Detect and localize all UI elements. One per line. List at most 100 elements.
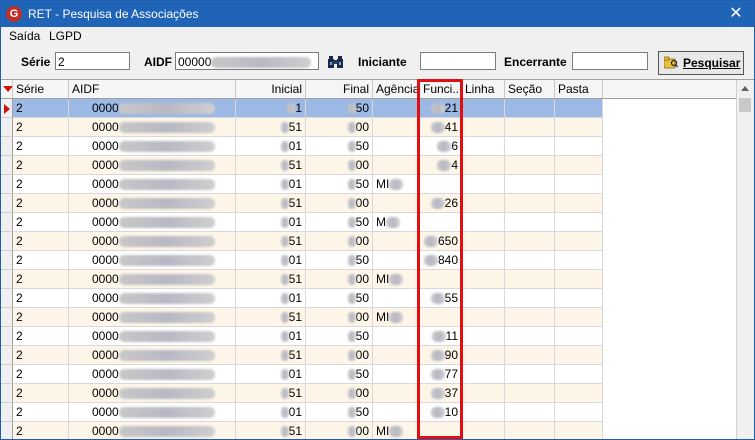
aidf-input[interactable]: 00000 (175, 52, 319, 70)
cell-pasta[interactable] (555, 213, 603, 232)
close-icon[interactable]: ✕ (718, 1, 754, 27)
cell-aidf[interactable]: 0000 (69, 403, 236, 422)
cell-agencia[interactable] (373, 403, 420, 422)
cell-linha[interactable] (462, 118, 505, 137)
table-row[interactable]: 2 0000 51 00 MI (1, 422, 603, 439)
table-row[interactable]: 2 0000 01 50 M (1, 213, 603, 232)
binoculars-icon[interactable] (327, 54, 345, 70)
cell-agencia[interactable] (373, 99, 420, 118)
cell-aidf[interactable]: 0000 (69, 289, 236, 308)
cell-pasta[interactable] (555, 118, 603, 137)
cell-inicial[interactable]: 51 (236, 384, 306, 403)
cell-funci[interactable] (420, 422, 462, 439)
cell-final[interactable]: 50 (306, 365, 373, 384)
row-indicator[interactable] (1, 327, 13, 346)
menu-item-saida[interactable]: Saída (9, 29, 40, 43)
cell-secao[interactable] (505, 346, 555, 365)
cell-aidf[interactable]: 0000 (69, 137, 236, 156)
cell-aidf[interactable]: 0000 (69, 365, 236, 384)
cell-funci[interactable] (420, 175, 462, 194)
cell-aidf[interactable]: 0000 (69, 251, 236, 270)
cell-funci[interactable] (420, 213, 462, 232)
cell-agencia[interactable] (373, 384, 420, 403)
cell-aidf[interactable]: 0000 (69, 384, 236, 403)
cell-linha[interactable] (462, 346, 505, 365)
cell-final[interactable]: 50 (306, 403, 373, 422)
cell-funci[interactable]: 21 (420, 99, 462, 118)
cell-serie[interactable]: 2 (13, 308, 69, 327)
encerrante-input[interactable] (572, 52, 648, 70)
cell-final[interactable]: 00 (306, 118, 373, 137)
cell-linha[interactable] (462, 251, 505, 270)
cell-final[interactable]: 50 (306, 137, 373, 156)
cell-linha[interactable] (462, 213, 505, 232)
cell-linha[interactable] (462, 327, 505, 346)
column-header-inicial[interactable]: Inicial (236, 80, 306, 98)
cell-funci[interactable] (420, 308, 462, 327)
cell-funci[interactable] (420, 270, 462, 289)
cell-funci[interactable]: 11 (420, 327, 462, 346)
cell-secao[interactable] (505, 365, 555, 384)
row-indicator[interactable] (1, 194, 13, 213)
cell-serie[interactable]: 2 (13, 251, 69, 270)
cell-secao[interactable] (505, 270, 555, 289)
cell-inicial[interactable]: 51 (236, 308, 306, 327)
row-indicator[interactable] (1, 270, 13, 289)
column-header-aidf[interactable]: AIDF (69, 80, 236, 98)
column-header-final[interactable]: Final (306, 80, 373, 98)
row-indicator[interactable] (1, 384, 13, 403)
row-indicator[interactable] (1, 137, 13, 156)
cell-aidf[interactable]: 0000 (69, 232, 236, 251)
cell-funci[interactable]: 90 (420, 346, 462, 365)
cell-final[interactable]: 50 (306, 175, 373, 194)
column-header-agencia[interactable]: Agência (373, 80, 420, 98)
cell-pasta[interactable] (555, 156, 603, 175)
menu-item-lgpd[interactable]: LGPD (49, 29, 82, 43)
table-row[interactable]: 2 0000 51 00 37 (1, 384, 603, 403)
cell-funci[interactable]: 55 (420, 289, 462, 308)
row-indicator[interactable] (1, 175, 13, 194)
cell-pasta[interactable] (555, 99, 603, 118)
cell-inicial[interactable]: 01 (236, 175, 306, 194)
table-row[interactable]: 2 0000 51 00 4 (1, 156, 603, 175)
row-indicator[interactable] (1, 346, 13, 365)
cell-secao[interactable] (505, 289, 555, 308)
cell-agencia[interactable]: MI (373, 175, 420, 194)
cell-aidf[interactable]: 0000 (69, 99, 236, 118)
table-row[interactable]: 2 0000 51 00 26 (1, 194, 603, 213)
cell-funci[interactable]: 840 (420, 251, 462, 270)
row-indicator[interactable] (1, 99, 13, 118)
cell-linha[interactable] (462, 156, 505, 175)
table-row[interactable]: 2 0000 01 50 840 (1, 251, 603, 270)
cell-final[interactable]: 00 (306, 232, 373, 251)
cell-pasta[interactable] (555, 365, 603, 384)
cell-funci[interactable]: 6 (420, 137, 462, 156)
cell-pasta[interactable] (555, 327, 603, 346)
cell-secao[interactable] (505, 327, 555, 346)
cell-inicial[interactable]: 51 (236, 346, 306, 365)
table-row[interactable]: 2 0000 01 50 11 (1, 327, 603, 346)
cell-serie[interactable]: 2 (13, 118, 69, 137)
cell-funci[interactable]: 26 (420, 194, 462, 213)
cell-pasta[interactable] (555, 422, 603, 439)
cell-serie[interactable]: 2 (13, 194, 69, 213)
cell-linha[interactable] (462, 99, 505, 118)
cell-inicial[interactable]: 51 (236, 232, 306, 251)
iniciante-input[interactable] (420, 52, 496, 70)
row-indicator[interactable] (1, 289, 13, 308)
cell-agencia[interactable] (373, 137, 420, 156)
cell-linha[interactable] (462, 270, 505, 289)
cell-pasta[interactable] (555, 251, 603, 270)
cell-funci[interactable]: 10 (420, 403, 462, 422)
cell-agencia[interactable] (373, 118, 420, 137)
row-indicator[interactable] (1, 156, 13, 175)
cell-pasta[interactable] (555, 137, 603, 156)
cell-aidf[interactable]: 0000 (69, 346, 236, 365)
cell-pasta[interactable] (555, 346, 603, 365)
cell-inicial[interactable]: 01 (236, 251, 306, 270)
cell-agencia[interactable] (373, 346, 420, 365)
cell-final[interactable]: 00 (306, 156, 373, 175)
cell-inicial[interactable]: 01 (236, 289, 306, 308)
row-indicator[interactable] (1, 308, 13, 327)
table-row[interactable]: 2 0000 51 00 MI (1, 308, 603, 327)
